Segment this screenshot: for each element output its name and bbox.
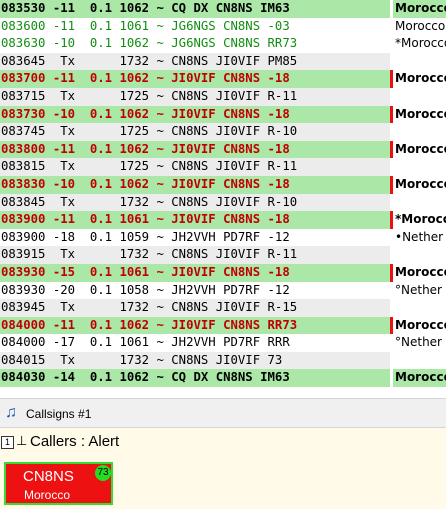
decode-message: 083800 -11 0.1 1062 ~ JI0VIF CN8NS -18	[0, 140, 390, 159]
decode-row[interactable]: 083700 -11 0.1 1062 ~ JI0VIF CN8NS -18 Mo…	[0, 70, 446, 88]
decode-message: 084000 -17 0.1 1061 ~ JH2VVH PD7RF RRR	[0, 334, 390, 352]
decode-log[interactable]: 083530 -11 0.1 1062 ~ CQ DX CN8NS IM63 Mo…	[0, 0, 446, 388]
decode-row[interactable]: 083630 -10 0.1 1062 ~ JG6NGS CN8NS RR73 *…	[0, 35, 446, 53]
caller-country: Morocco	[24, 488, 71, 502]
decode-country: Morocco	[393, 263, 446, 282]
country-name: Morocco	[395, 317, 446, 332]
pushpin-icon[interactable]: ⊥	[16, 433, 27, 449]
callsigns-panel-title: Callsigns #1	[26, 407, 92, 421]
country-name: Morocco	[395, 176, 446, 191]
decode-country: Morocco	[393, 140, 446, 159]
decode-country	[393, 88, 446, 106]
decode-message: 083530 -11 0.1 1062 ~ CQ DX CN8NS IM63	[0, 0, 390, 18]
decode-message: 084015 Tx 1732 ~ CN8NS JI0VIF 73	[0, 351, 390, 370]
decode-row[interactable]: 083745 Tx 1725 ~ CN8NS JI0VIF R-10	[0, 123, 446, 141]
decode-row[interactable]: 083915 Tx 1732 ~ CN8NS JI0VIF R-11	[0, 246, 446, 264]
decode-country: Morocco	[393, 316, 446, 335]
decode-message: 083700 -11 0.1 1062 ~ JI0VIF CN8NS -18	[0, 70, 390, 88]
decode-message: 083600 -11 0.1 1061 ~ JG6NGS CN8NS -03	[0, 17, 390, 36]
decode-message: 083645 Tx 1732 ~ CN8NS JI0VIF PM85	[0, 52, 390, 71]
country-name: Morocco	[395, 71, 446, 86]
decode-row[interactable]: 083900 -11 0.1 1061 ~ JI0VIF CN8NS -18 *M…	[0, 211, 446, 229]
decode-country: Morocco	[393, 175, 446, 194]
decode-row[interactable]: 083945 Tx 1732 ~ CN8NS JI0VIF R-15	[0, 299, 446, 317]
decode-message: 083815 Tx 1725 ~ CN8NS JI0VIF R-11	[0, 158, 390, 176]
decode-country	[393, 53, 446, 71]
country-name: Morocco	[395, 370, 446, 385]
decode-message: 083915 Tx 1732 ~ CN8NS JI0VIF R-11	[0, 246, 390, 264]
pin-box-icon[interactable]: 1	[1, 436, 14, 449]
decode-country: °Nether	[393, 282, 446, 300]
decode-row[interactable]: 084000 -11 0.1 1062 ~ JI0VIF CN8NS RR73 M…	[0, 316, 446, 335]
country-name: Morocco	[395, 18, 446, 33]
decode-message: 083715 Tx 1725 ~ CN8NS JI0VIF R-11	[0, 87, 390, 106]
music-note-icon: ♫	[5, 404, 17, 421]
country-name: Morocco	[395, 141, 446, 156]
decode-country	[393, 352, 446, 370]
decode-message: 084000 -11 0.1 1062 ~ JI0VIF CN8NS RR73	[0, 316, 390, 335]
decode-country	[393, 246, 446, 264]
decode-row[interactable]: 083715 Tx 1725 ~ CN8NS JI0VIF R-11	[0, 87, 446, 106]
decode-message: 083900 -11 0.1 1061 ~ JI0VIF CN8NS -18	[0, 211, 390, 229]
country-name: Morocco	[395, 106, 446, 121]
country-name: Nether	[401, 335, 442, 350]
decode-country: *Morocco	[393, 211, 446, 229]
decode-country: •Nether	[393, 229, 446, 247]
decode-row[interactable]: 083530 -11 0.1 1062 ~ CQ DX CN8NS IM63 Mo…	[0, 0, 446, 18]
decode-country: Morocco	[393, 70, 446, 88]
decode-row[interactable]: 083845 Tx 1732 ~ CN8NS JI0VIF R-10	[0, 193, 446, 212]
decode-country	[393, 158, 446, 176]
decode-country: Morocco	[393, 105, 446, 124]
country-name: Morocco	[395, 1, 446, 15]
caller-badge: 73	[95, 465, 111, 481]
decode-row[interactable]: 083930 -20 0.1 1058 ~ JH2VVH PD7RF -12 °N…	[0, 281, 446, 300]
callers-panel: 1 ⊥ Callers : Alert CN8NS Morocco 73	[0, 428, 446, 509]
country-name: Nether	[402, 229, 444, 244]
decode-row[interactable]: 083800 -11 0.1 1062 ~ JI0VIF CN8NS -18 Mo…	[0, 140, 446, 159]
decode-message: 083745 Tx 1725 ~ CN8NS JI0VIF R-10	[0, 123, 390, 141]
decode-row[interactable]: 083730 -10 0.1 1062 ~ JI0VIF CN8NS -18 Mo…	[0, 105, 446, 124]
decode-row[interactable]: 083900 -18 0.1 1059 ~ JH2VVH PD7RF -12 •N…	[0, 228, 446, 247]
decode-message: 083730 -10 0.1 1062 ~ JI0VIF CN8NS -18	[0, 105, 390, 124]
decode-row[interactable]: 083600 -11 0.1 1061 ~ JG6NGS CN8NS -03 Mo…	[0, 17, 446, 36]
country-name: Morocco	[401, 212, 446, 227]
decode-message: 083830 -10 0.1 1062 ~ JI0VIF CN8NS -18	[0, 175, 390, 194]
decode-message: 083845 Tx 1732 ~ CN8NS JI0VIF R-10	[0, 193, 390, 212]
decode-message: 083930 -15 0.1 1061 ~ JI0VIF CN8NS -18	[0, 263, 390, 282]
decode-country: Morocco	[393, 0, 446, 18]
country-name: Morocco	[395, 264, 446, 279]
decode-message: 083630 -10 0.1 1062 ~ JG6NGS CN8NS RR73	[0, 35, 390, 53]
decode-row[interactable]: 083930 -15 0.1 1061 ~ JI0VIF CN8NS -18 Mo…	[0, 263, 446, 282]
decode-row[interactable]: 084000 -17 0.1 1061 ~ JH2VVH PD7RF RRR °N…	[0, 334, 446, 352]
country-name: Morocco	[401, 36, 446, 51]
callsigns-panel-bar[interactable]: ♫ Callsigns #1	[0, 398, 446, 428]
decode-row[interactable]: 083645 Tx 1732 ~ CN8NS JI0VIF PM85	[0, 52, 446, 71]
caller-card[interactable]: CN8NS Morocco 73	[4, 462, 113, 505]
decode-country: Morocco	[393, 369, 446, 388]
decode-row[interactable]: 084030 -14 0.1 1062 ~ CQ DX CN8NS IM63 Mo…	[0, 369, 446, 388]
decode-country: *Morocco	[393, 35, 446, 53]
decode-country	[393, 299, 446, 317]
decode-country	[393, 194, 446, 212]
decode-country: Morocco	[393, 18, 446, 36]
callers-title: Callers : Alert	[30, 433, 120, 450]
decode-country	[393, 123, 446, 141]
decode-row[interactable]: 083815 Tx 1725 ~ CN8NS JI0VIF R-11	[0, 158, 446, 176]
decode-message: 083945 Tx 1732 ~ CN8NS JI0VIF R-15	[0, 299, 390, 317]
decode-row[interactable]: 084015 Tx 1732 ~ CN8NS JI0VIF 73	[0, 351, 446, 370]
decode-message: 083900 -18 0.1 1059 ~ JH2VVH PD7RF -12	[0, 228, 390, 247]
decode-message: 084030 -14 0.1 1062 ~ CQ DX CN8NS IM63	[0, 369, 390, 388]
decode-row[interactable]: 083830 -10 0.1 1062 ~ JI0VIF CN8NS -18 Mo…	[0, 175, 446, 194]
caller-callsign: CN8NS	[23, 468, 74, 485]
decode-message: 083930 -20 0.1 1058 ~ JH2VVH PD7RF -12	[0, 281, 390, 300]
country-name: Nether	[401, 282, 442, 297]
decode-country: °Nether	[393, 334, 446, 352]
